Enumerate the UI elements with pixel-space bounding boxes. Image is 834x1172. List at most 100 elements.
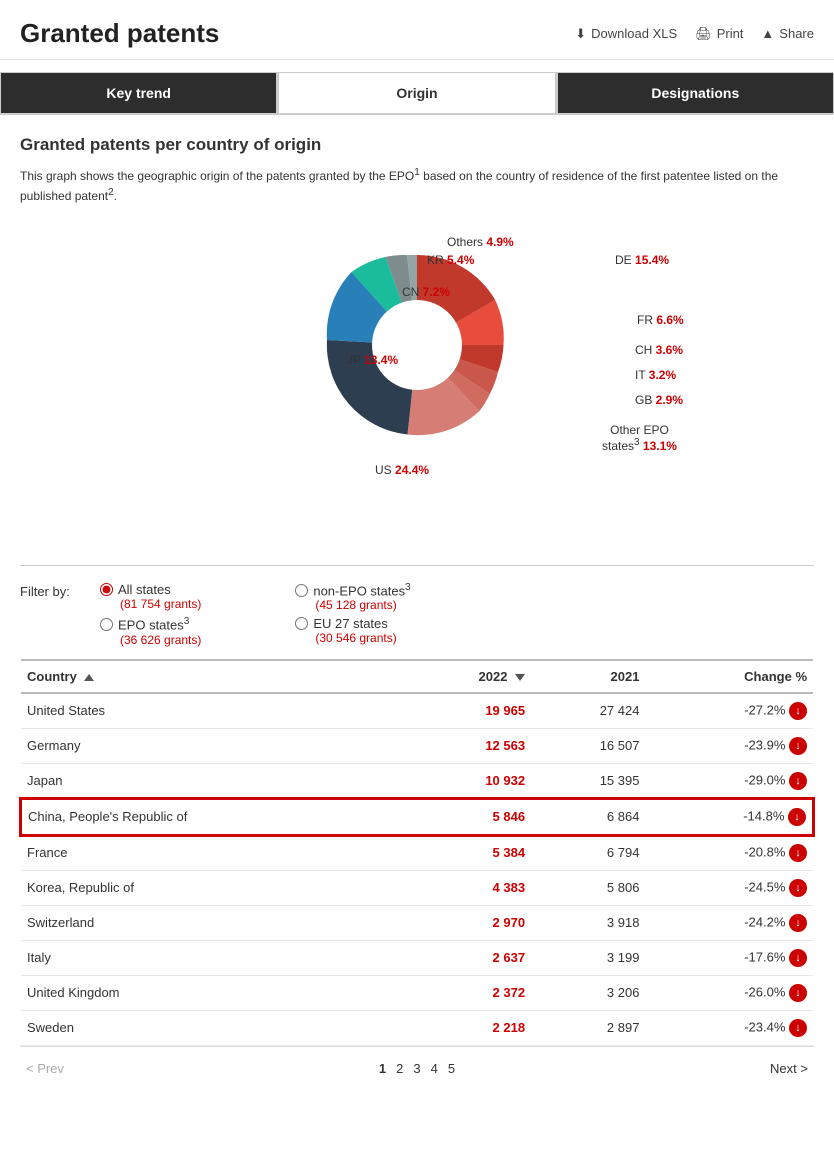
cell-country: Italy [21, 940, 402, 975]
description: This graph shows the geographic origin o… [20, 165, 814, 205]
print-action[interactable]: 🖨 Print [695, 26, 743, 42]
label-cn: CN 7.2% [402, 285, 450, 299]
cell-2022: 19 965 [402, 693, 531, 729]
label-others: Others 4.9% [447, 235, 514, 249]
tab-key-trend[interactable]: Key trend [0, 72, 277, 113]
cell-2022: 4 383 [402, 870, 531, 905]
cell-2022: 2 218 [402, 1010, 531, 1045]
cell-2021: 6 864 [531, 799, 645, 835]
page-5[interactable]: 5 [448, 1061, 455, 1076]
table-row: United States 19 965 27 424 -27.2% ↓ [21, 693, 813, 729]
sort-2022-desc-icon [515, 674, 525, 681]
pie-chart-container: Others 4.9% KR 5.4% CN 7.2% JP 13.4% US … [20, 225, 814, 535]
print-label: Print [717, 26, 744, 41]
page-3[interactable]: 3 [413, 1061, 420, 1076]
filter-epo: EPO states3 (36 626 grants) [100, 616, 215, 646]
cell-2021: 5 806 [531, 870, 645, 905]
prev-button[interactable]: < Prev [26, 1061, 64, 1076]
cell-2021: 6 794 [531, 835, 645, 871]
cell-2021: 3 206 [531, 975, 645, 1010]
change-down-icon: ↓ [789, 879, 807, 897]
filter-section: Filter by: All states (81 754 grants) no… [20, 582, 814, 659]
filter-eu27-radio[interactable] [295, 617, 308, 630]
cell-country: United Kingdom [21, 975, 402, 1010]
page-4[interactable]: 4 [431, 1061, 438, 1076]
section-title: Granted patents per country of origin [20, 135, 814, 155]
tab-origin[interactable]: Origin [277, 72, 556, 113]
cell-change: -14.8% ↓ [645, 799, 813, 835]
cell-change: -24.2% ↓ [645, 905, 813, 940]
cell-change: -24.5% ↓ [645, 870, 813, 905]
divider [20, 565, 814, 566]
filter-non-epo-count: (45 128 grants) [295, 598, 410, 612]
table-body: United States 19 965 27 424 -27.2% ↓ Ger… [21, 693, 813, 1046]
cell-country: France [21, 835, 402, 871]
cell-2022: 2 372 [402, 975, 531, 1010]
col-country[interactable]: Country [21, 660, 402, 693]
change-down-icon: ↓ [788, 808, 806, 826]
share-icon: ▲ [761, 26, 774, 41]
page-header: Granted patents ⬇ Download XLS 🖨 Print ▲… [0, 0, 834, 60]
data-table: Country 2022 2021 Change % United States… [20, 659, 814, 1046]
filter-all-states: All states (81 754 grants) [100, 582, 215, 612]
col-2022[interactable]: 2022 [402, 660, 531, 693]
table-row: Sweden 2 218 2 897 -23.4% ↓ [21, 1010, 813, 1045]
label-other-epo: Other EPOstates3 13.1% [602, 423, 677, 453]
label-ch: CH 3.6% [635, 343, 683, 357]
table-row: China, People's Republic of 5 846 6 864 … [21, 799, 813, 835]
change-down-icon: ↓ [789, 737, 807, 755]
filter-all-states-radio[interactable] [100, 583, 113, 596]
filter-label: Filter by: [20, 582, 100, 599]
tab-designations[interactable]: Designations [557, 72, 834, 113]
filter-eu27-label: EU 27 states [313, 616, 387, 631]
filter-epo-radio[interactable] [100, 618, 113, 631]
filter-options: All states (81 754 grants) non-EPO state… [100, 582, 411, 647]
pagination-pages: 1 2 3 4 5 [379, 1061, 455, 1076]
next-button[interactable]: Next > [770, 1061, 808, 1076]
download-icon: ⬇ [575, 26, 586, 42]
cell-change: -17.6% ↓ [645, 940, 813, 975]
cell-country: Germany [21, 728, 402, 763]
filter-epo-label: EPO states3 [118, 616, 189, 632]
filter-non-epo: non-EPO states3 (45 128 grants) [295, 582, 410, 612]
filter-non-epo-radio[interactable] [295, 584, 308, 597]
cell-change: -20.8% ↓ [645, 835, 813, 871]
filter-all-states-label: All states [118, 582, 171, 597]
share-action[interactable]: ▲ Share [761, 26, 814, 41]
table-row: Japan 10 932 15 395 -29.0% ↓ [21, 763, 813, 799]
change-down-icon: ↓ [789, 844, 807, 862]
download-action[interactable]: ⬇ Download XLS [575, 26, 677, 42]
share-label: Share [779, 26, 814, 41]
page-1[interactable]: 1 [379, 1061, 386, 1076]
cell-country: Sweden [21, 1010, 402, 1045]
cell-2021: 15 395 [531, 763, 645, 799]
change-down-icon: ↓ [789, 702, 807, 720]
label-de: DE 15.4% [615, 253, 669, 267]
cell-change: -23.9% ↓ [645, 728, 813, 763]
label-jp: JP 13.4% [347, 353, 398, 367]
cell-2022: 2 637 [402, 940, 531, 975]
label-kr: KR 5.4% [427, 253, 474, 267]
cell-country: United States [21, 693, 402, 729]
table-row: Korea, Republic of 4 383 5 806 -24.5% ↓ [21, 870, 813, 905]
table-row: Germany 12 563 16 507 -23.9% ↓ [21, 728, 813, 763]
page-2[interactable]: 2 [396, 1061, 403, 1076]
col-change: Change % [645, 660, 813, 693]
cell-2022: 2 970 [402, 905, 531, 940]
table-row: France 5 384 6 794 -20.8% ↓ [21, 835, 813, 871]
label-fr: FR 6.6% [637, 313, 684, 327]
cell-2022: 12 563 [402, 728, 531, 763]
cell-2021: 27 424 [531, 693, 645, 729]
filter-epo-count: (36 626 grants) [100, 633, 215, 647]
cell-2022: 10 932 [402, 763, 531, 799]
label-us: US 24.4% [375, 463, 429, 477]
change-down-icon: ↓ [789, 984, 807, 1002]
filter-all-states-count: (81 754 grants) [100, 597, 215, 611]
filter-eu27: EU 27 states (30 546 grants) [295, 616, 410, 646]
cell-2021: 16 507 [531, 728, 645, 763]
cell-country: China, People's Republic of [21, 799, 402, 835]
table-row: United Kingdom 2 372 3 206 -26.0% ↓ [21, 975, 813, 1010]
change-down-icon: ↓ [789, 914, 807, 932]
cell-change: -29.0% ↓ [645, 763, 813, 799]
cell-country: Korea, Republic of [21, 870, 402, 905]
